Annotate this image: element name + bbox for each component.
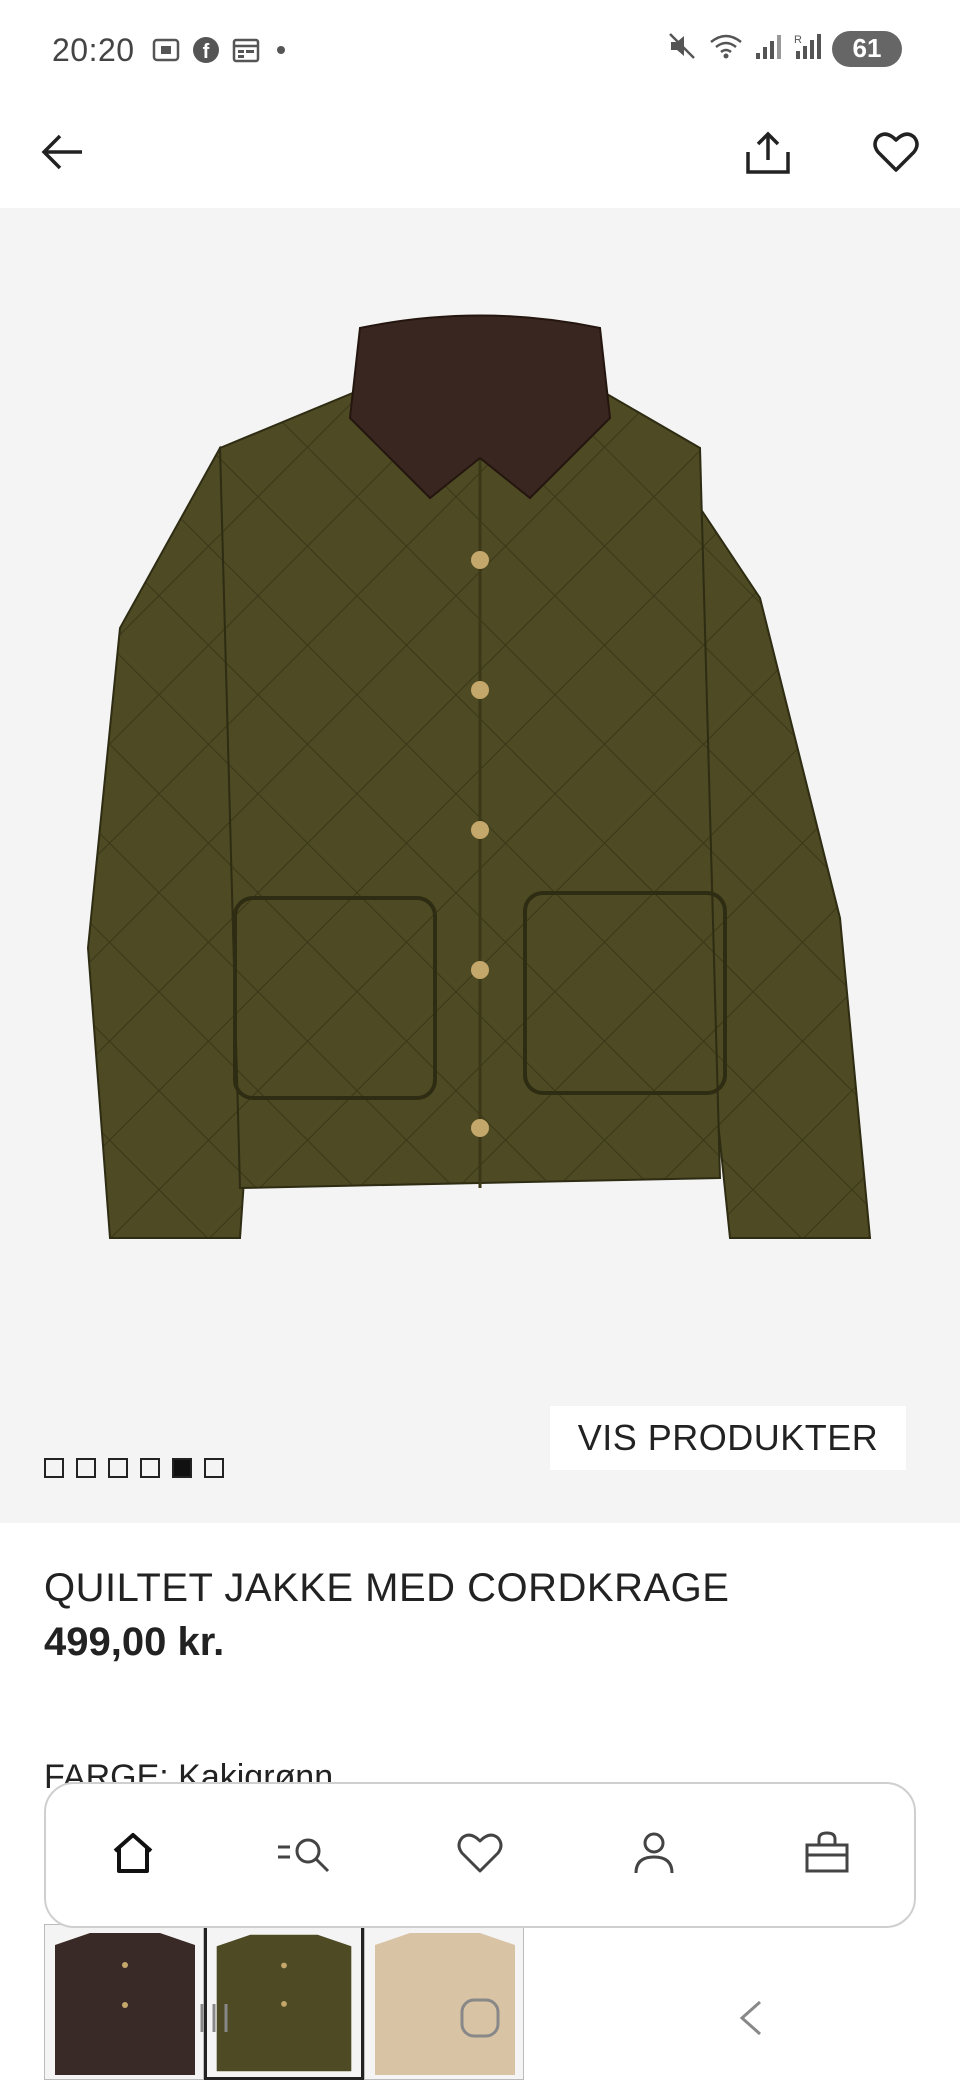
home-circle-icon [456, 1994, 504, 2047]
share-icon [744, 128, 792, 181]
facebook-icon: f [191, 35, 221, 65]
top-app-bar [0, 100, 960, 208]
heart-icon [872, 128, 920, 181]
signal-icon [754, 31, 782, 66]
search-icon [274, 1829, 338, 1882]
heart-icon [456, 1829, 504, 1882]
pagination-dot[interactable] [44, 1458, 64, 1478]
status-time: 20:20 [52, 31, 135, 68]
mute-icon [666, 30, 698, 67]
favorite-button[interactable] [864, 122, 928, 186]
back-system-button[interactable] [722, 1990, 782, 2050]
arrow-left-icon [38, 128, 86, 181]
pagination-dot[interactable] [76, 1458, 96, 1478]
product-gallery[interactable]: VIS PRODUKTER [0, 208, 960, 1523]
nav-home[interactable] [93, 1815, 173, 1895]
bottom-navigation [44, 1782, 916, 1928]
nav-favorites[interactable] [440, 1815, 520, 1895]
home-system-button[interactable] [450, 1990, 510, 2050]
recent-apps-icon [192, 1996, 236, 2045]
shopping-bag-icon [803, 1829, 851, 1882]
pagination-dot[interactable] [140, 1458, 160, 1478]
pagination-dot-active[interactable] [172, 1458, 192, 1478]
nav-search[interactable] [266, 1815, 346, 1895]
show-products-button[interactable]: VIS PRODUKTER [550, 1406, 906, 1470]
status-left-icons: f [151, 35, 261, 65]
user-icon [630, 1829, 678, 1882]
recent-apps-button[interactable] [184, 1990, 244, 2050]
nav-account[interactable] [614, 1815, 694, 1895]
battery-icon: 61 [832, 30, 902, 67]
pagination-dot[interactable] [108, 1458, 128, 1478]
screenshot-icon [151, 35, 181, 65]
chevron-left-icon [730, 1996, 774, 2045]
svg-text:f: f [202, 41, 209, 63]
status-right-icons: R 61 [666, 30, 902, 67]
system-navigation-bar [0, 1960, 960, 2080]
svg-text:R: R [794, 34, 802, 46]
notification-dot [276, 46, 285, 54]
pagination-dot[interactable] [204, 1458, 224, 1478]
status-bar: 20:20 f R 61 [0, 0, 960, 100]
nav-bag[interactable] [787, 1815, 867, 1895]
wifi-icon [708, 30, 744, 67]
share-button[interactable] [736, 122, 800, 186]
back-button[interactable] [30, 122, 94, 186]
product-price: 499,00 kr. [44, 1620, 225, 1664]
home-icon [109, 1829, 157, 1882]
jacket-image [86, 314, 872, 1239]
product-title: QUILTET JAKKE MED CORDKRAGE [44, 1566, 730, 1610]
signal-r-icon: R [792, 31, 822, 66]
calendar-icon [231, 35, 261, 65]
gallery-pagination [44, 1458, 224, 1478]
